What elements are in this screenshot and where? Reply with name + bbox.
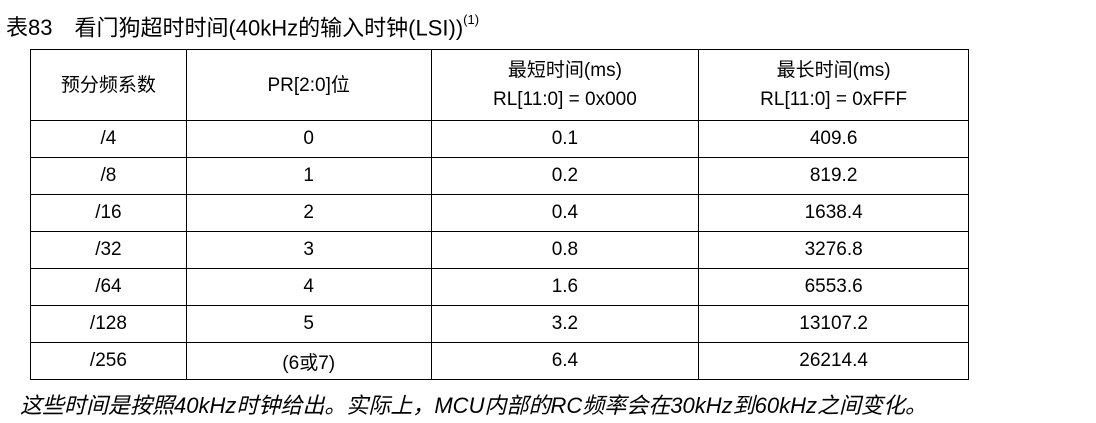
header-max-time: 最长时间(ms) RL[11:0] = 0xFFF [698,49,969,121]
cell-max-time: 6553.6 [698,268,969,306]
header-prescaler-label: 预分频系数 [60,74,156,96]
footnote-reference: (1) [463,12,480,27]
cell-pr-bits: 0 [185,120,432,158]
cell-prescaler: /32 [30,231,187,269]
cell-prescaler: /4 [30,120,187,158]
cell-pr-bits: 2 [185,194,432,232]
cell-pr-bits: 5 [185,305,432,343]
cell-pr-bits: 1 [185,157,432,195]
cell-min-time: 1.6 [430,268,700,306]
table-row: /64 4 1.6 6553.6 [30,268,969,306]
table-footnote: 这些时间是按照40kHz时钟给出。实际上，MCU内部的RC频率会在30kHz到6… [20,393,927,418]
table-header-row: 预分频系数 PR[2:0]位 最短时间(ms) RL[11:0] = 0x000… [30,49,969,121]
header-pr-bits-label: PR[2:0]位 [267,74,350,96]
header-prescaler: 预分频系数 [30,49,187,121]
cell-max-time: 1638.4 [698,194,969,232]
table-row: /128 5 3.2 13107.2 [30,305,969,343]
header-pr-bits: PR[2:0]位 [185,49,432,121]
table-row: /256 (6或7) 6.4 26214.4 [30,342,969,380]
table-number: 表83 [6,15,53,41]
header-max-time-condition: RL[11:0] = 0xFFF [760,89,908,110]
cell-min-time: 0.4 [430,194,700,232]
cell-pr-bits: 4 [185,268,432,306]
header-min-time-condition: RL[11:0] = 0x000 [492,89,637,110]
cell-min-time: 0.8 [430,231,700,269]
table-row: /16 2 0.4 1638.4 [30,194,969,232]
cell-prescaler: /8 [30,157,187,195]
table-title: 看门狗超时时间(40kHz的输入时钟(LSI)) [74,15,464,41]
cell-max-time: 13107.2 [698,305,969,343]
table-row: /4 0 0.1 409.6 [30,120,969,158]
cell-prescaler: /16 [30,194,187,232]
cell-min-time: 3.2 [430,305,700,343]
cell-pr-bits: (6或7) [185,342,432,380]
cell-max-time: 3276.8 [698,231,969,269]
cell-pr-bits: 3 [185,231,432,269]
table-row: /8 1 0.2 819.2 [30,157,969,195]
cell-prescaler: /128 [30,305,187,343]
cell-max-time: 819.2 [698,157,969,195]
table-caption: 表83 看门狗超时时间(40kHz的输入时钟(LSI))(1) [6,8,479,43]
watchdog-timeout-table: 预分频系数 PR[2:0]位 最短时间(ms) RL[11:0] = 0x000… [30,49,969,380]
cell-max-time: 26214.4 [698,342,969,380]
cell-prescaler: /64 [30,268,187,306]
cell-min-time: 6.4 [430,342,700,380]
header-max-time-label: 最长时间(ms) [776,60,891,81]
header-min-time-label: 最短时间(ms) [507,60,622,81]
header-min-time: 最短时间(ms) RL[11:0] = 0x000 [430,49,700,121]
cell-prescaler: /256 [30,342,187,380]
table-row: /32 3 0.8 3276.8 [30,231,969,269]
cell-min-time: 0.1 [430,120,700,158]
cell-max-time: 409.6 [698,120,969,158]
cell-min-time: 0.2 [430,157,700,195]
